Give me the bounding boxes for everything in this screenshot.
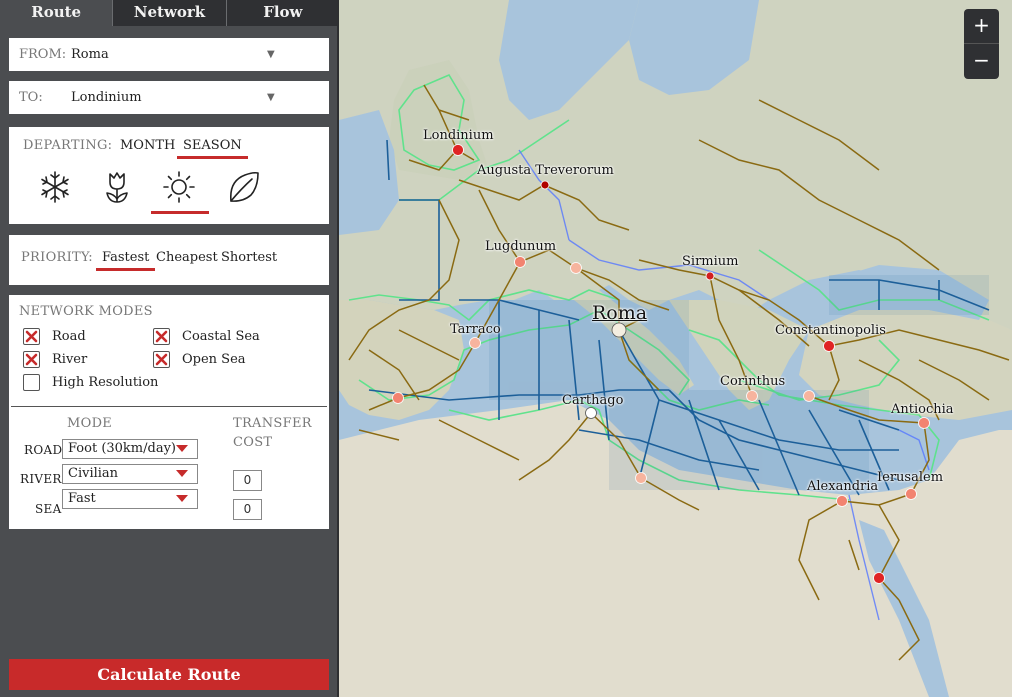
tab-bar: Route Network Flow — [0, 0, 339, 26]
priority-label: PRIORITY: — [21, 250, 93, 265]
river-mode-label: RIVER — [20, 472, 62, 486]
tab-route[interactable]: Route — [0, 0, 114, 26]
city-label-lugdunum[interactable]: Lugdunum — [485, 239, 556, 254]
city-marker-augusta-treverorum[interactable] — [540, 180, 550, 190]
city-marker-unnamed[interactable] — [570, 262, 582, 274]
map[interactable]: Londinium Augusta Treverorum Lugdunum Si… — [339, 0, 1012, 697]
priority-option-shortest[interactable]: Shortest — [221, 250, 277, 265]
tulip-icon[interactable] — [99, 169, 135, 205]
from-label: FROM: — [19, 47, 67, 62]
season-icons — [35, 169, 285, 209]
sea-mode-label: SEA — [35, 502, 62, 516]
map-canvas — [339, 0, 1012, 697]
road-checkbox[interactable] — [23, 328, 40, 345]
to-select[interactable]: TO: Londinium ▼ — [9, 81, 329, 114]
zoom-in-button[interactable]: + — [964, 9, 999, 44]
check-x-icon — [25, 353, 38, 366]
transfer-header: TRANSFER — [233, 416, 312, 431]
city-marker-ierusalem[interactable] — [905, 488, 917, 500]
to-label: TO: — [19, 90, 43, 105]
city-label-londinium[interactable]: Londinium — [423, 128, 494, 143]
priority-option-fastest[interactable]: Fastest — [95, 250, 156, 271]
city-label-corinthus[interactable]: Corinthus — [720, 374, 785, 389]
check-x-icon — [155, 330, 168, 343]
city-marker-unnamed[interactable] — [803, 390, 815, 402]
city-marker-sirmium[interactable] — [705, 271, 715, 281]
tab-network[interactable]: Network — [113, 0, 227, 26]
city-label-augusta-treverorum[interactable]: Augusta Treverorum — [477, 163, 614, 178]
zoom-out-button[interactable]: − — [964, 44, 999, 79]
city-marker-carthago[interactable] — [585, 407, 597, 419]
river-checkbox[interactable] — [23, 351, 40, 368]
mode-header: MODE — [67, 416, 113, 431]
departing-option-season[interactable]: SEASON — [177, 138, 248, 159]
sea-mode-select[interactable]: Fast — [62, 489, 198, 509]
sidebar: Route Network Flow FROM: Roma ▼ TO: Lond… — [0, 0, 339, 697]
priority-panel: PRIORITY: Fastest Cheapest Shortest — [9, 235, 329, 285]
city-label-tarraco[interactable]: Tarraco — [450, 322, 501, 337]
calculate-route-button[interactable]: Calculate Route — [9, 659, 329, 690]
sea-mode-value: Fast — [68, 491, 96, 506]
road-mode-select[interactable]: Foot (30km/day) — [62, 439, 198, 459]
city-label-constantinopolis[interactable]: Constantinopolis — [775, 323, 886, 338]
departing-label: DEPARTING: — [23, 138, 113, 153]
chevron-down-icon — [176, 495, 188, 502]
city-marker-alexandria[interactable] — [836, 495, 848, 507]
river-transfer-cost-input[interactable]: 0 — [233, 470, 262, 491]
sea-transfer-cost-input[interactable]: 0 — [233, 499, 262, 520]
departing-option-month[interactable]: MONTH — [120, 138, 175, 153]
check-x-icon — [155, 353, 168, 366]
open-sea-checkbox[interactable] — [153, 351, 170, 368]
city-label-sirmium[interactable]: Sirmium — [682, 254, 738, 269]
river-checkbox-label: River — [52, 352, 88, 367]
departing-panel: DEPARTING: MONTH SEASON — [9, 127, 329, 224]
city-marker-londinium[interactable] — [452, 144, 464, 156]
snowflake-icon[interactable] — [37, 169, 73, 205]
city-marker-roma[interactable] — [611, 322, 627, 338]
tab-flow[interactable]: Flow — [226, 0, 339, 26]
city-marker-tarraco[interactable] — [469, 337, 481, 349]
network-modes-panel: NETWORK MODES Road Coastal Sea River Ope… — [9, 295, 329, 529]
check-x-icon — [25, 330, 38, 343]
to-value: Londinium — [71, 90, 142, 105]
chevron-down-icon — [176, 470, 188, 477]
coastal-sea-checkbox-label: Coastal Sea — [182, 329, 260, 344]
season-selected-underline — [151, 211, 209, 214]
open-sea-checkbox-label: Open Sea — [182, 352, 246, 367]
high-resolution-checkbox[interactable] — [23, 374, 40, 391]
chevron-down-icon: ▼ — [267, 92, 275, 103]
coastal-sea-checkbox[interactable] — [153, 328, 170, 345]
city-label-ierusalem[interactable]: Ierusalem — [877, 470, 943, 485]
from-select[interactable]: FROM: Roma ▼ — [9, 38, 329, 71]
leaf-icon[interactable] — [225, 169, 261, 205]
city-marker-unnamed[interactable] — [635, 472, 647, 484]
road-checkbox-label: Road — [52, 329, 86, 344]
river-mode-select[interactable]: Civilian — [62, 464, 198, 484]
city-marker-lugdunum[interactable] — [514, 256, 526, 268]
from-value: Roma — [71, 47, 109, 62]
network-modes-title: NETWORK MODES — [19, 304, 153, 319]
road-mode-label: ROAD — [24, 443, 63, 457]
cost-header: COST — [233, 435, 273, 450]
city-marker-constantinopolis[interactable] — [823, 340, 835, 352]
chevron-down-icon — [176, 445, 188, 452]
city-marker-unnamed[interactable] — [392, 392, 404, 404]
divider — [11, 406, 327, 407]
high-resolution-checkbox-label: High Resolution — [52, 375, 159, 390]
city-marker-corinthus[interactable] — [746, 390, 758, 402]
city-marker-unnamed[interactable] — [873, 572, 885, 584]
city-label-antiochia[interactable]: Antiochia — [891, 402, 954, 417]
river-mode-value: Civilian — [68, 466, 119, 481]
city-label-roma[interactable]: Roma — [592, 302, 647, 324]
road-mode-value: Foot (30km/day) — [68, 441, 177, 456]
city-marker-antiochia[interactable] — [918, 417, 930, 429]
city-label-carthago[interactable]: Carthago — [562, 393, 623, 408]
city-label-alexandria[interactable]: Alexandria — [807, 479, 878, 494]
sun-icon[interactable] — [161, 169, 197, 205]
priority-option-cheapest[interactable]: Cheapest — [156, 250, 218, 265]
chevron-down-icon: ▼ — [267, 49, 275, 60]
